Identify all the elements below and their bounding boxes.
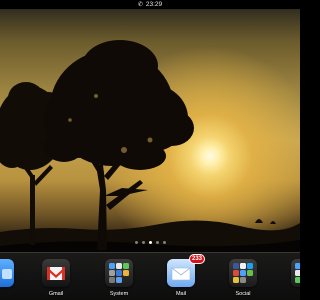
dock-app-system-folder[interactable]: System — [100, 259, 138, 297]
status-bar: ✆ 23:29 — [0, 0, 300, 9]
page-dot[interactable] — [162, 241, 166, 244]
gmail-icon[interactable] — [42, 259, 70, 287]
dock-app-partial-left[interactable] — [0, 259, 19, 291]
folder-icon[interactable] — [229, 259, 257, 287]
home-screen: ✆ 23:29 Gmail System 233 Mail Social — [0, 0, 300, 300]
dock-app-partial-right[interactable] — [286, 259, 300, 291]
app-icon[interactable] — [0, 259, 14, 287]
app-label: Mail — [175, 291, 187, 297]
mail-icon[interactable]: 233 — [167, 254, 205, 287]
app-label: Gmail — [48, 291, 64, 297]
dock-app-gmail[interactable]: Gmail — [37, 259, 75, 297]
page-dot[interactable] — [134, 241, 138, 244]
phone-icon: ✆ — [137, 2, 143, 8]
page-dot[interactable] — [155, 241, 159, 244]
dock-app-mail[interactable]: 233 Mail — [162, 254, 205, 297]
app-label: Social — [235, 291, 251, 297]
page-dot-active[interactable] — [148, 241, 152, 244]
mail-badge: 233 — [188, 254, 205, 264]
app-label: System — [109, 291, 129, 297]
page-indicator[interactable] — [0, 241, 300, 247]
folder-icon[interactable] — [105, 259, 133, 287]
page-dot[interactable] — [141, 241, 145, 244]
status-time: 23:29 — [145, 1, 163, 8]
dock-app-social-folder[interactable]: Social — [224, 259, 262, 297]
folder-icon[interactable] — [291, 259, 300, 287]
